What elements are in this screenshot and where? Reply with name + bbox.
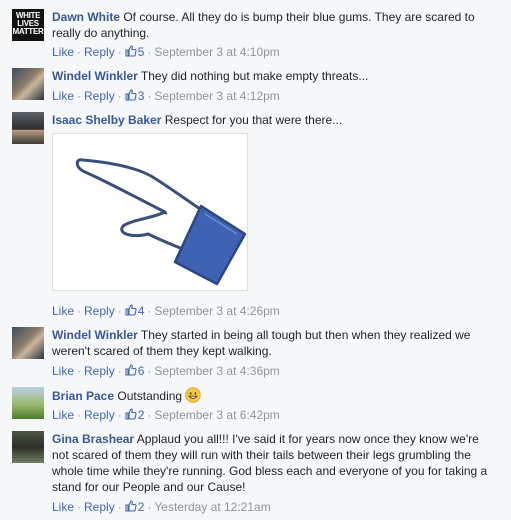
avatar[interactable]: WHITE LIVES MATTER	[12, 9, 44, 41]
thumbs-up-icon	[125, 45, 137, 57]
like-count[interactable]: 5	[138, 45, 145, 59]
timestamp[interactable]: September 3 at 4:36pm	[154, 364, 279, 378]
attached-image[interactable]	[52, 133, 248, 291]
avatar[interactable]	[12, 387, 44, 419]
avatar[interactable]	[12, 68, 44, 100]
author-name[interactable]: Dawn White	[52, 10, 120, 24]
thumbs-up-icon	[125, 89, 137, 101]
like-button[interactable]: Like	[52, 500, 74, 514]
author-name[interactable]: Windel Winkler	[52, 69, 138, 83]
avatar[interactable]	[12, 327, 44, 359]
reply-button[interactable]: Reply	[84, 500, 115, 514]
reply-button[interactable]: Reply	[84, 408, 115, 422]
author-name[interactable]: Gina Brashear	[52, 432, 134, 446]
timestamp[interactable]: September 3 at 4:12pm	[154, 89, 279, 103]
like-button[interactable]: Like	[52, 304, 74, 318]
comment-text: Respect for you that were there...	[164, 113, 343, 127]
like-count[interactable]: 3	[138, 89, 145, 103]
like-count[interactable]: 6	[138, 364, 145, 378]
like-button[interactable]: Like	[52, 364, 74, 378]
timestamp[interactable]: Yesterday at 12:21am	[154, 500, 270, 514]
like-button[interactable]: Like	[52, 408, 74, 422]
smiley-icon	[185, 387, 202, 403]
like-button[interactable]: Like	[52, 89, 74, 103]
author-name[interactable]: Windel Winkler	[52, 328, 138, 342]
thumbs-up-icon	[125, 364, 137, 376]
thumbs-up-icon	[125, 500, 137, 512]
thumbs-up-icon	[125, 304, 137, 316]
comment-text: They did nothing but make empty threats.…	[140, 69, 369, 83]
reply-button[interactable]: Reply	[84, 45, 115, 59]
like-count[interactable]: 2	[138, 500, 145, 514]
timestamp[interactable]: September 3 at 6:42pm	[154, 408, 279, 422]
reply-button[interactable]: Reply	[84, 304, 115, 318]
avatar-text: MATTER	[12, 27, 44, 36]
avatar[interactable]	[12, 112, 44, 144]
like-count[interactable]: 2	[138, 408, 145, 422]
avatar[interactable]	[12, 431, 44, 463]
author-name[interactable]: Isaac Shelby Baker	[52, 113, 161, 127]
timestamp[interactable]: September 3 at 4:10pm	[154, 45, 279, 59]
thumbs-up-icon	[125, 408, 137, 420]
like-count[interactable]: 4	[138, 304, 145, 318]
thumbs-up-sketch-icon	[75, 158, 247, 286]
comment-text: Outstanding	[117, 389, 183, 403]
reply-button[interactable]: Reply	[84, 89, 115, 103]
like-button[interactable]: Like	[52, 45, 74, 59]
timestamp[interactable]: September 3 at 4:26pm	[154, 304, 279, 318]
reply-button[interactable]: Reply	[84, 364, 115, 378]
author-name[interactable]: Brian Pace	[52, 389, 114, 403]
